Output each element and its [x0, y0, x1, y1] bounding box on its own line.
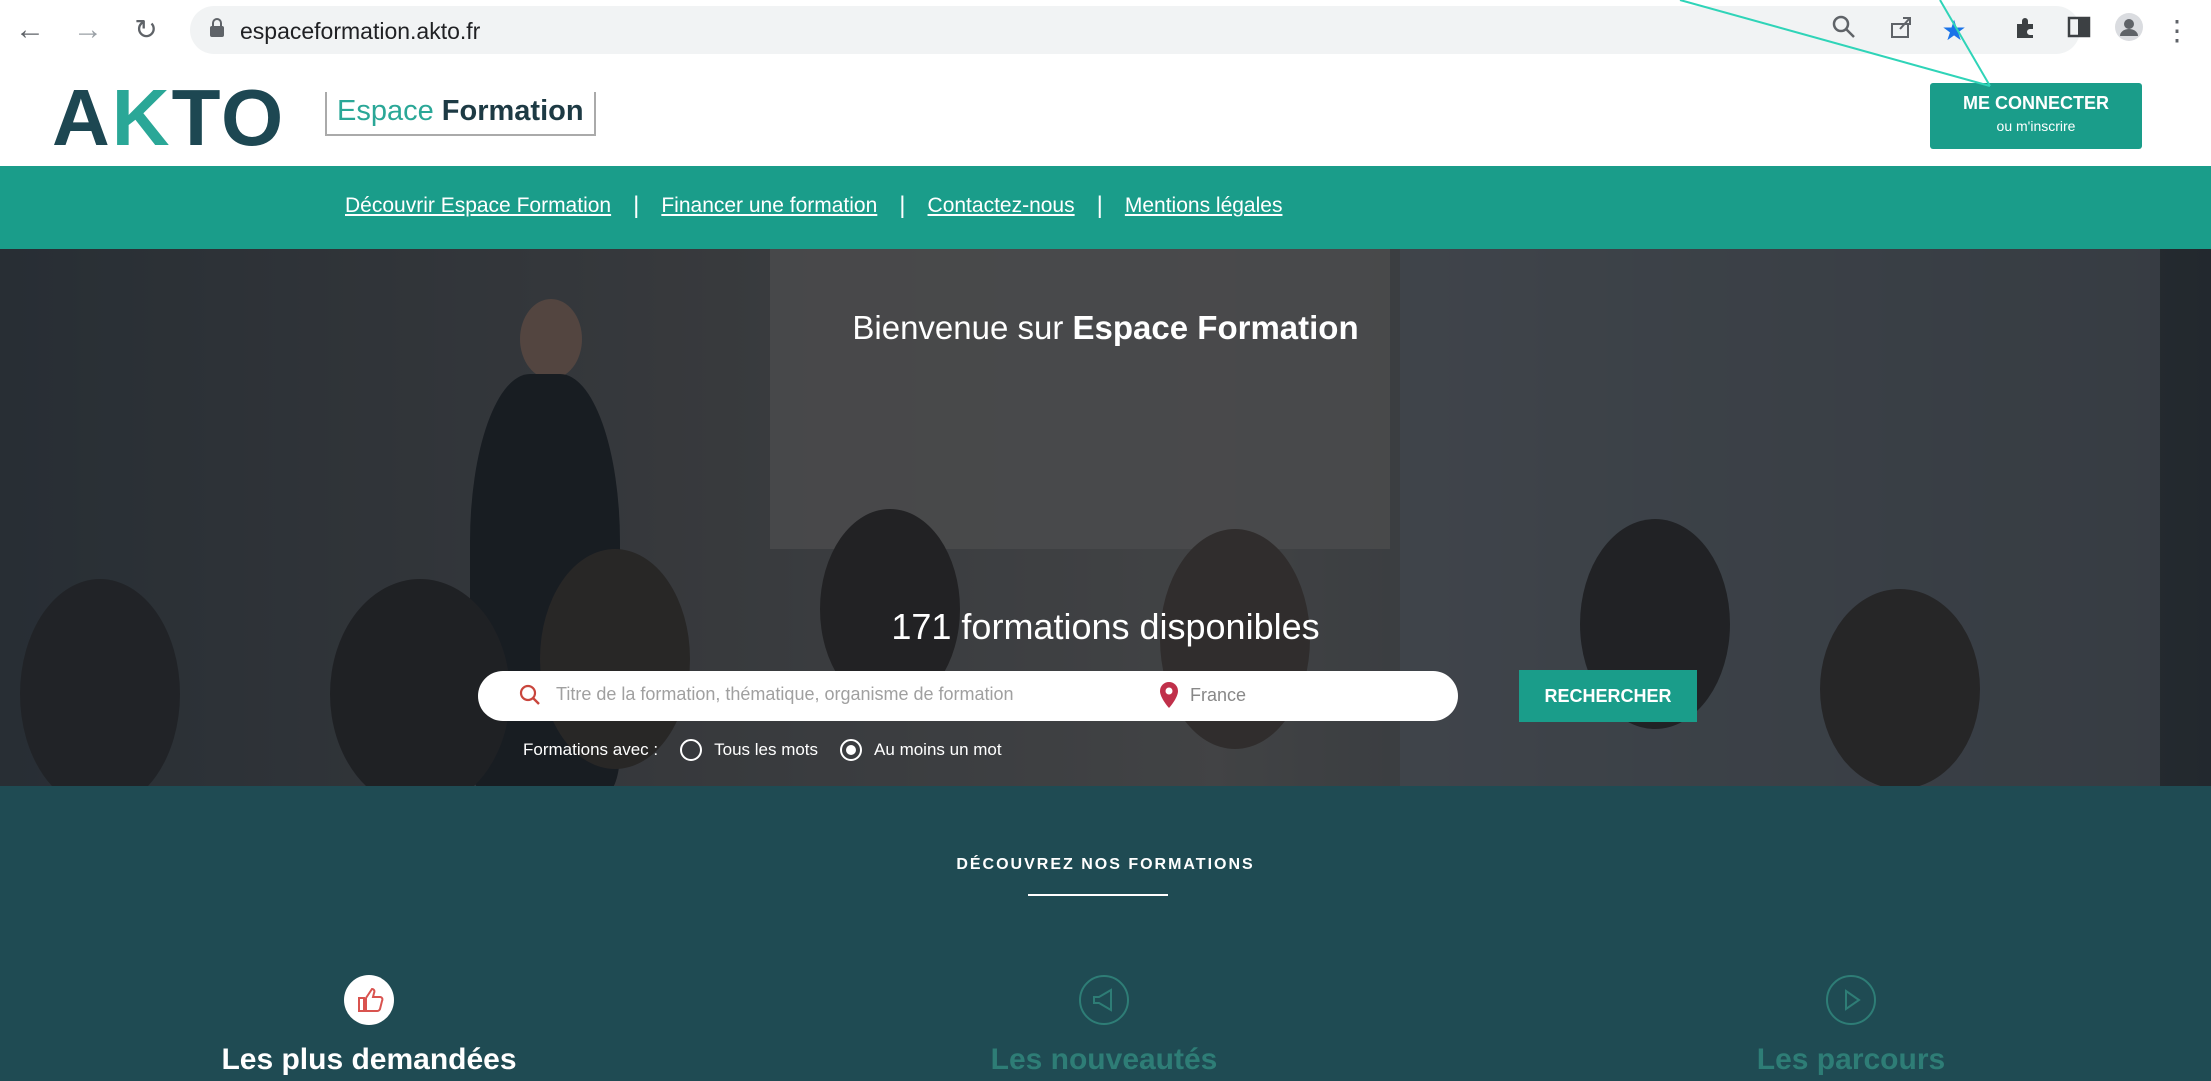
search-bar: France — [478, 671, 1458, 721]
location-field[interactable]: France — [1190, 685, 1246, 706]
nav-separator: | — [633, 192, 640, 219]
welcome-heading: Bienvenue sur Espace Formation — [0, 309, 2211, 347]
nav-separator: | — [899, 192, 906, 219]
nav-contact[interactable]: Contactez-nous — [928, 194, 1075, 218]
espace-formation-tag: Espace Formation — [325, 92, 596, 136]
menu-icon[interactable]: ⋮ — [2162, 12, 2192, 50]
discover-underline — [1028, 894, 1168, 896]
share-icon[interactable] — [1882, 12, 1920, 50]
option-any-label[interactable]: Au moins un mot — [874, 740, 1002, 760]
discover-title: DÉCOUVREZ NOS FORMATIONS — [956, 856, 1255, 873]
search-input[interactable] — [554, 683, 1258, 706]
category-paths[interactable]: Les parcours — [1651, 975, 2051, 1077]
lock-icon — [210, 18, 224, 38]
welcome-bold: Espace Formation — [1072, 309, 1359, 346]
sidepanel-icon[interactable] — [2060, 12, 2098, 50]
radio-any-word[interactable] — [840, 739, 863, 761]
option-all-label[interactable]: Tous les mots — [714, 740, 818, 760]
thumbs-up-icon — [344, 975, 394, 1025]
megaphone-icon — [1079, 975, 1129, 1025]
zoom-icon[interactable] — [1825, 12, 1863, 50]
formation-word: Formation — [441, 95, 584, 127]
main-nav: Découvrir Espace Formation | Financer un… — [0, 166, 2211, 249]
discover-section: DÉCOUVREZ NOS FORMATIONS Les plus demand… — [0, 786, 2211, 1081]
options-label: Formations avec : — [523, 740, 659, 759]
category-label: Les parcours — [1756, 1043, 1946, 1076]
search-icon — [519, 684, 540, 705]
radio-all-words[interactable] — [680, 739, 703, 761]
welcome-prefix: Bienvenue sur — [852, 309, 1064, 346]
nav-discover[interactable]: Découvrir Espace Formation — [345, 194, 611, 218]
nav-separator: | — [1096, 192, 1103, 219]
formations-count: 171 formations disponibles — [891, 606, 1320, 647]
url-text[interactable]: espaceformation.akto.fr — [240, 18, 480, 45]
category-new[interactable]: Les nouveautés — [904, 975, 1304, 1077]
connect-label: ME CONNECTER — [1962, 93, 2109, 113]
site-header: AKTO Espace Formation ME CONNECTER ou m'… — [0, 62, 2211, 166]
akto-logo[interactable]: AKTO — [52, 72, 285, 164]
search-button[interactable]: RECHERCHER — [1519, 670, 1697, 722]
profile-icon[interactable] — [2110, 12, 2148, 50]
category-label: Les plus demandées — [221, 1043, 517, 1076]
nav-mentions[interactable]: Mentions légales — [1125, 194, 1283, 218]
address-bar[interactable]: espaceformation.akto.fr — [190, 6, 2080, 54]
search-options: Formations avec : Tous les mots Au moins… — [523, 739, 1002, 761]
browser-toolbar: ← → ↻ espaceformation.akto.fr ★ ⋮ — [0, 0, 2211, 63]
reload-icon[interactable]: ↻ — [128, 12, 164, 48]
hero-section: Bienvenue sur Espace Formation 171 forma… — [0, 249, 2211, 786]
category-most-requested[interactable]: Les plus demandées — [169, 975, 569, 1077]
connect-button[interactable]: ME CONNECTER ou m'inscrire — [1930, 83, 2142, 149]
back-icon[interactable]: ← — [12, 12, 48, 48]
forward-icon[interactable]: → — [70, 12, 106, 48]
nav-financer[interactable]: Financer une formation — [661, 194, 877, 218]
location-pin-icon — [1160, 682, 1178, 708]
espace-word: Espace — [337, 95, 434, 127]
extensions-icon[interactable] — [2006, 12, 2044, 50]
star-icon[interactable]: ★ — [1935, 12, 1973, 50]
play-icon — [1826, 975, 1876, 1025]
category-label: Les nouveautés — [990, 1043, 1218, 1076]
register-label: ou m'inscrire — [1996, 118, 2076, 134]
